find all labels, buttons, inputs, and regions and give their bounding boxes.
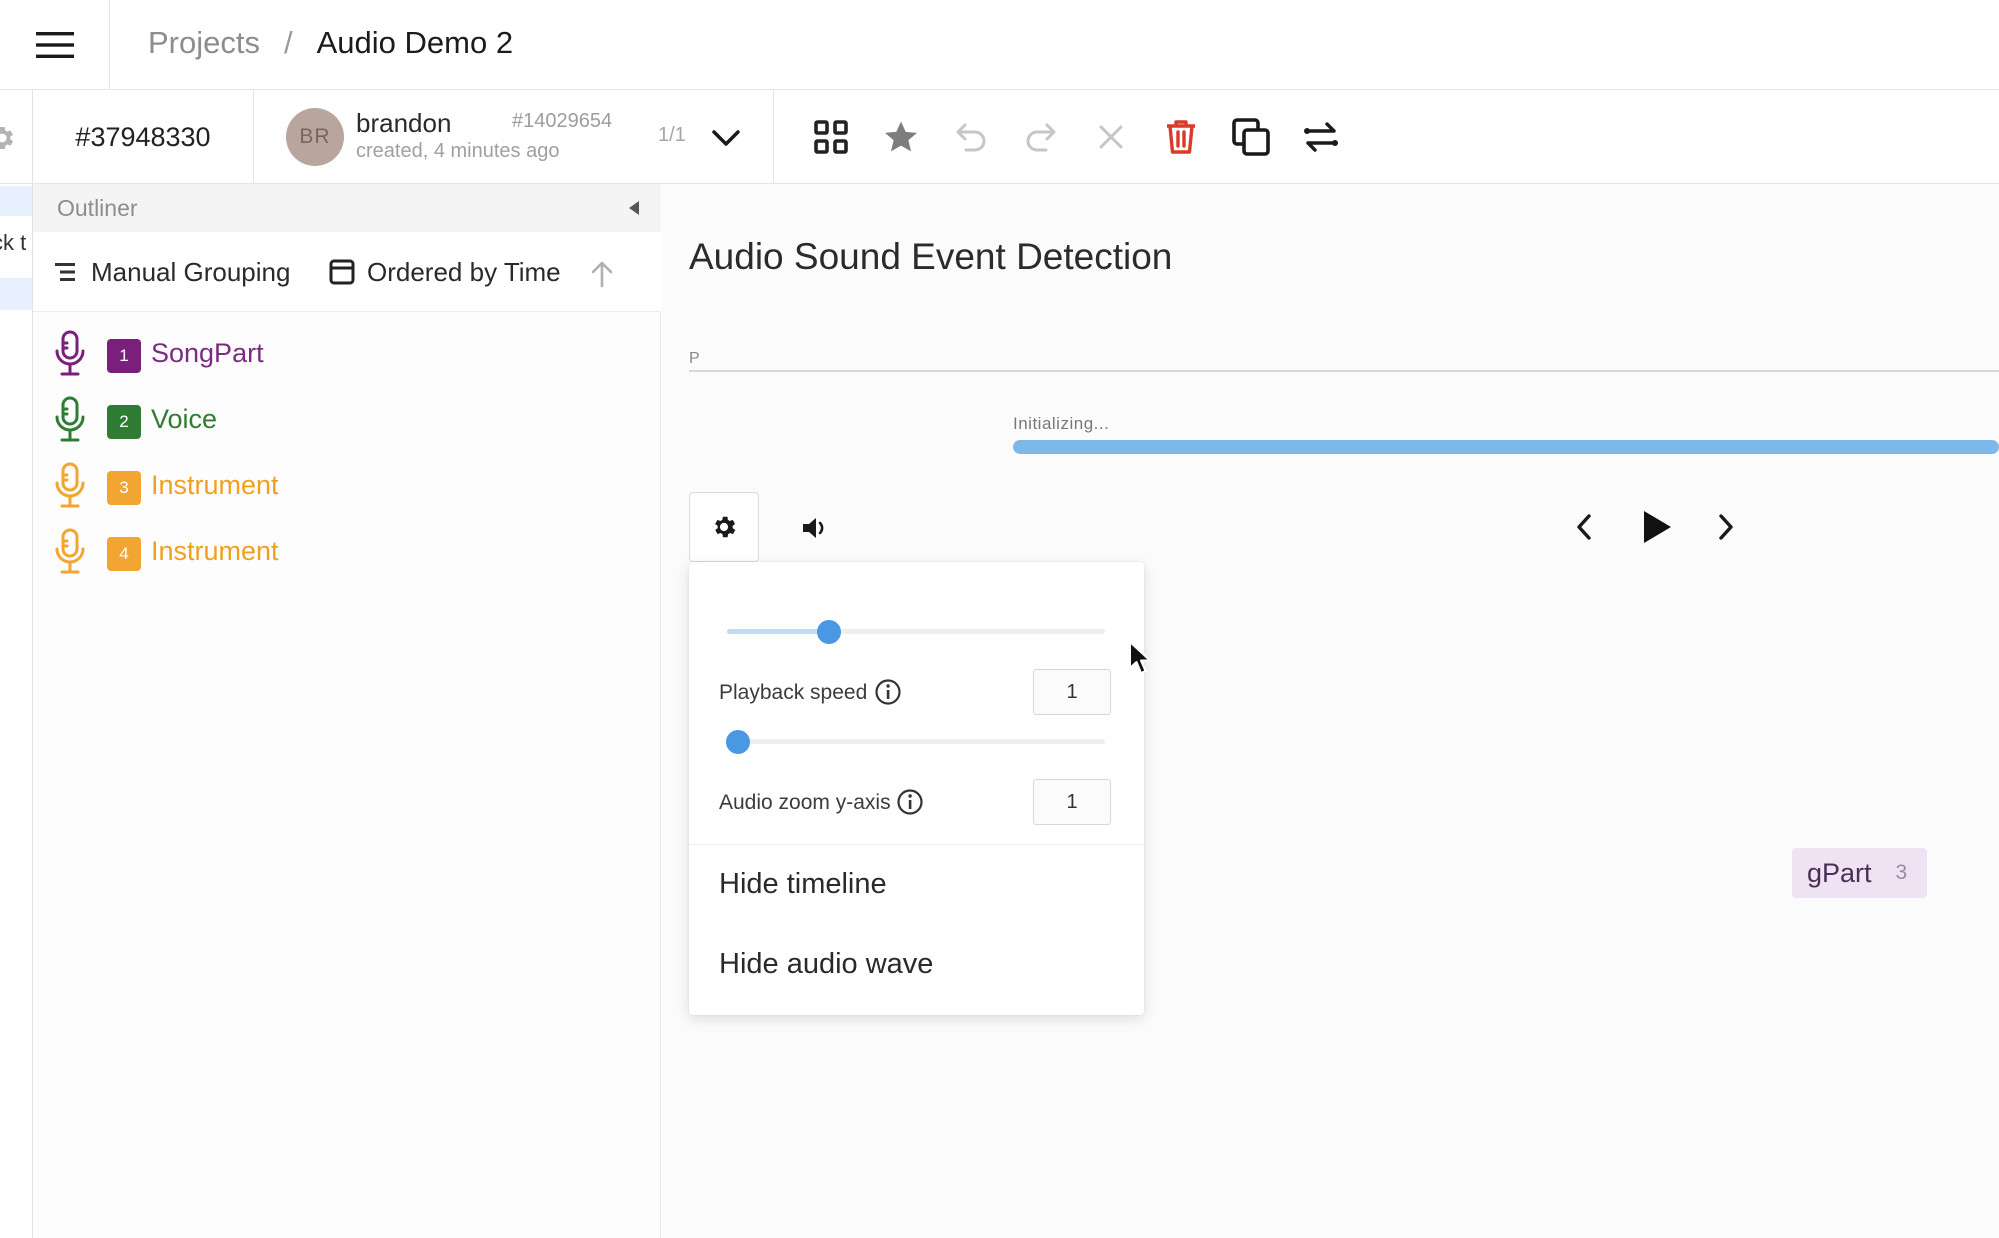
outliner-controls: Manual Grouping Ordered by Time: [33, 232, 661, 312]
microphone-icon: [55, 396, 85, 442]
annotation-tools: [796, 90, 1356, 184]
audio-zoom-label: Audio zoom y-axis: [719, 791, 891, 814]
avatar: BR: [286, 108, 344, 166]
undo-icon[interactable]: [936, 102, 1006, 172]
panel-partial-text: ck t: [0, 230, 27, 255]
slider-fill: [727, 629, 830, 634]
divider: [689, 844, 1144, 845]
calendar-icon: [329, 259, 355, 285]
region-index-badge: 4: [107, 537, 141, 571]
region-label: Voice: [151, 404, 218, 434]
hamburger-menu-icon[interactable]: [0, 0, 110, 90]
play-icon[interactable]: [1630, 500, 1684, 554]
grouping-label: Manual Grouping: [91, 256, 291, 287]
audio-zoom-input[interactable]: [1033, 779, 1111, 825]
star-icon[interactable]: [866, 102, 936, 172]
outliner-region-item[interactable]: 3 Instrument: [33, 454, 661, 520]
hide-audio-wave-option[interactable]: Hide audio wave: [719, 948, 933, 981]
info-icon[interactable]: [873, 677, 903, 707]
playback-speed-slider[interactable]: [726, 729, 1105, 754]
close-icon[interactable]: [1076, 102, 1146, 172]
outliner-region-item[interactable]: 1 SongPart: [33, 322, 661, 388]
region-label: SongPart: [151, 338, 264, 368]
collapse-panel-icon[interactable]: [623, 198, 645, 218]
outliner-header: Outliner: [33, 184, 661, 232]
region-index-badge: 1: [107, 339, 141, 373]
region-chip-count: 3: [1895, 861, 1908, 884]
left-collapsed-panel: ck t: [0, 184, 33, 1238]
top-header: Projects / Audio Demo 2: [0, 0, 1999, 90]
gear-icon: [0, 127, 14, 149]
chevron-right-icon[interactable]: [1703, 504, 1749, 550]
annotator-name: brandon: [356, 108, 452, 138]
microphone-icon: [55, 462, 85, 508]
outliner-title: Outliner: [57, 195, 138, 221]
slider-thumb[interactable]: [817, 620, 842, 644]
trash-icon[interactable]: [1146, 102, 1216, 172]
region-index-badge: 3: [107, 471, 141, 505]
volume-icon[interactable]: [785, 498, 845, 558]
region-chip-songpart[interactable]: gPart 3: [1792, 848, 1927, 898]
playback-speed-row: Playback speed: [719, 669, 1115, 717]
breadcrumb-projects-link[interactable]: Projects: [148, 25, 260, 61]
loading-status: Initializing...: [1013, 414, 1110, 433]
breadcrumb-separator: /: [283, 25, 293, 60]
duplicate-icon[interactable]: [1216, 102, 1286, 172]
settings-edge[interactable]: [0, 90, 33, 184]
hide-timeline-option[interactable]: Hide timeline: [719, 868, 887, 901]
swap-icon[interactable]: [1286, 102, 1356, 172]
playback-speed-input[interactable]: [1033, 669, 1111, 715]
loading-progress-bar: [1013, 440, 1999, 454]
region-chip-label: gPart: [1807, 857, 1872, 888]
timeline[interactable]: P: [689, 350, 1999, 372]
panel-tab[interactable]: [0, 186, 32, 216]
slider-thumb[interactable]: [726, 730, 751, 754]
outliner-panel: Outliner Manual Grouping Ordered by Time…: [33, 184, 661, 1238]
gear-icon: [715, 516, 736, 538]
region-label: Instrument: [151, 470, 279, 500]
outliner-region-item[interactable]: 2 Voice: [33, 388, 661, 454]
annotation-count: 1/1: [658, 124, 686, 146]
grouping-select[interactable]: Manual Grouping: [55, 252, 290, 292]
annotation-id: #14029654: [512, 110, 613, 132]
breadcrumb: Projects / Audio Demo 2: [148, 0, 513, 86]
microphone-icon: [55, 330, 85, 376]
redo-icon[interactable]: [1006, 102, 1076, 172]
progress-fill: [1013, 440, 1999, 454]
audio-settings-popover: Playback speed Audio zoom y-axis Hide ti…: [689, 562, 1144, 1015]
breadcrumb-current-project: Audio Demo 2: [316, 25, 514, 60]
ordering-label: Ordered by Time: [367, 256, 561, 287]
info-icon[interactable]: [895, 787, 925, 817]
created-time: created, 4 minutes ago: [356, 140, 560, 162]
region-index-badge: 2: [107, 405, 141, 439]
grid-view-icon[interactable]: [796, 102, 866, 172]
page-title: Audio Sound Event Detection: [689, 236, 1173, 277]
arrow-up-icon[interactable]: [589, 260, 615, 288]
timeline-track: [689, 370, 1999, 372]
annotation-toolbar: #37948330 BR brandon created, 4 minutes …: [0, 90, 1999, 184]
region-label: Instrument: [151, 536, 279, 566]
audio-settings-button[interactable]: [689, 492, 759, 562]
chevron-left-icon[interactable]: [1561, 504, 1607, 550]
task-id: #37948330: [33, 90, 254, 184]
microphone-icon: [55, 528, 85, 574]
list-icon: [55, 263, 75, 281]
ordering-select[interactable]: Ordered by Time: [329, 252, 561, 292]
annotation-info: BR brandon created, 4 minutes ago #14029…: [254, 90, 774, 184]
playback-speed-label: Playback speed: [719, 681, 868, 704]
volume-slider[interactable]: [727, 619, 1105, 644]
audio-zoom-row: Audio zoom y-axis: [719, 779, 1115, 827]
timeline-marker: P: [689, 350, 700, 367]
mouse-cursor-icon: [1129, 641, 1151, 674]
slider-track: [727, 739, 1105, 744]
panel-tab[interactable]: [0, 278, 32, 310]
outliner-region-item[interactable]: 4 Instrument: [33, 520, 661, 586]
chevron-down-icon[interactable]: [704, 116, 748, 160]
